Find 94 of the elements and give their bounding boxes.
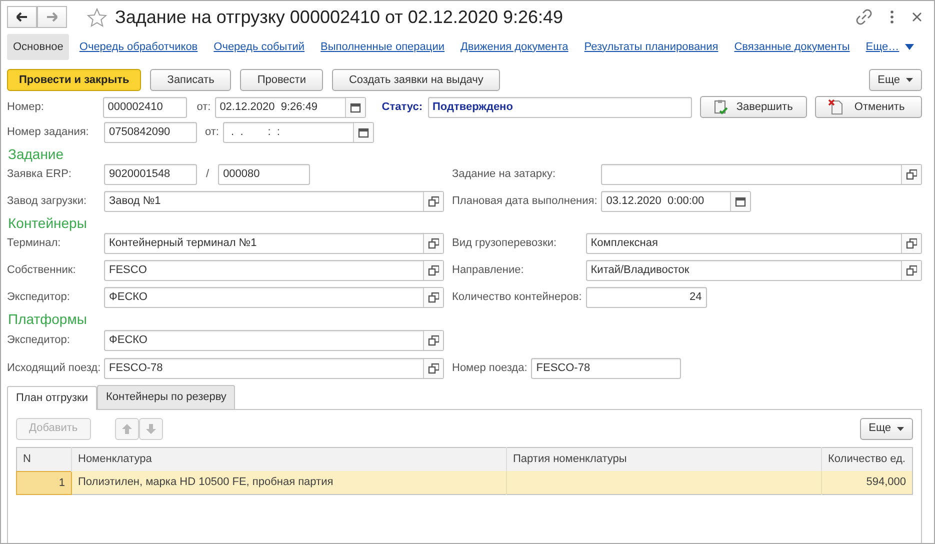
text-field[interactable]: Подтверждено bbox=[428, 96, 692, 118]
toolbar-button[interactable]: Записать bbox=[150, 69, 232, 91]
select-field[interactable]: Комплексная bbox=[586, 233, 922, 254]
select-field[interactable]: ФЕСКО bbox=[104, 287, 444, 308]
select-field[interactable]: FESCO bbox=[104, 260, 444, 281]
more-button[interactable]: Еще bbox=[860, 418, 913, 440]
open-icon[interactable] bbox=[428, 196, 439, 207]
column-header[interactable]: Партия номенклатуры bbox=[506, 447, 822, 471]
field-label: Завод загрузки: bbox=[7, 194, 88, 210]
text-field[interactable]: FESCO-78 bbox=[531, 358, 682, 379]
more-menu-icon[interactable] bbox=[890, 10, 894, 24]
select-field[interactable] bbox=[601, 164, 922, 185]
star-icon[interactable] bbox=[87, 8, 107, 26]
column-header[interactable]: Количество ед. bbox=[822, 447, 912, 471]
select-field[interactable]: Завод №1 bbox=[104, 191, 444, 212]
field-label: Экспедитор: bbox=[7, 333, 71, 348]
toolbar-button[interactable]: Провести и закрыть bbox=[7, 69, 142, 91]
table-cell: 594,000 bbox=[822, 471, 912, 494]
section-heading: Платформы bbox=[8, 311, 88, 328]
field-label: Номер задания: bbox=[7, 125, 90, 140]
link-icon[interactable] bbox=[856, 9, 872, 25]
separator-text: / bbox=[206, 167, 210, 182]
action-button[interactable]: Завершить bbox=[700, 96, 808, 118]
open-icon[interactable] bbox=[428, 238, 439, 249]
text-field[interactable]: 000002410 bbox=[102, 96, 187, 118]
arrow-down-icon bbox=[146, 424, 156, 434]
calendar-icon[interactable] bbox=[358, 127, 369, 138]
field-label: от: bbox=[205, 125, 219, 140]
field-label: Исходящий поезд: bbox=[7, 361, 102, 376]
section-tab[interactable]: Очередь событий bbox=[208, 34, 311, 60]
arrow-up-icon bbox=[122, 424, 132, 434]
section-heading: Контейнеры bbox=[8, 215, 88, 232]
table-row[interactable]: 1 Полиэтилен, марка HD 10500 FE, пробная партия 594,000 bbox=[16, 471, 912, 494]
table-cell: Полиэтилен, марка HD 10500 FE, пробная партия bbox=[72, 471, 506, 494]
field-label: Вид грузоперевозки: bbox=[452, 236, 558, 252]
field-label: Статус: bbox=[382, 100, 422, 115]
open-icon[interactable] bbox=[428, 292, 439, 303]
open-icon[interactable] bbox=[428, 335, 439, 346]
section-tab[interactable]: Очередь обработчиков bbox=[73, 34, 204, 60]
field-label: от: bbox=[196, 100, 211, 115]
field-label: Терминал: bbox=[7, 236, 62, 252]
text-field[interactable]: 0750842090 bbox=[104, 122, 197, 143]
select-field[interactable]: FESCO-78 bbox=[104, 358, 444, 379]
select-field[interactable]: Китай/Владивосток bbox=[586, 260, 922, 281]
open-icon[interactable] bbox=[428, 363, 439, 374]
field-label: Направление: bbox=[452, 263, 525, 278]
text-field[interactable]: 000080 bbox=[218, 164, 310, 185]
section-tab[interactable]: Результаты планирования bbox=[578, 34, 724, 60]
open-icon[interactable] bbox=[906, 265, 917, 276]
panel-tab[interactable]: План отгрузки bbox=[7, 386, 97, 410]
caret-icon bbox=[906, 78, 913, 82]
section-tab[interactable]: Основное bbox=[7, 34, 70, 60]
caret-icon bbox=[905, 44, 914, 50]
field-label: Номер: bbox=[7, 100, 45, 115]
section-tab[interactable]: Связанные документы bbox=[728, 34, 856, 60]
calendar-icon[interactable] bbox=[735, 196, 746, 207]
document-delete-icon bbox=[828, 99, 844, 115]
section-heading: Задание bbox=[8, 146, 65, 163]
more-button[interactable]: Еще bbox=[868, 69, 922, 91]
panel-tab[interactable]: Контейнеры по резерву bbox=[97, 385, 236, 408]
date-field[interactable]: . . : : bbox=[222, 122, 374, 143]
calendar-icon[interactable] bbox=[350, 102, 361, 112]
window-title: Задание на отгрузку 000002410 от 02.12.2020 9:26:49 bbox=[115, 6, 564, 29]
open-icon[interactable] bbox=[906, 169, 917, 180]
close-icon[interactable] bbox=[912, 12, 922, 22]
caret-icon bbox=[897, 426, 904, 430]
field-label: Количество контейнеров: bbox=[452, 290, 583, 306]
back-arrow-icon bbox=[16, 12, 28, 22]
field-label: Экспедитор: bbox=[7, 290, 71, 306]
field-label: Заявка ERP: bbox=[7, 167, 72, 182]
section-tab[interactable]: Выполненные операции bbox=[314, 34, 450, 60]
select-field[interactable]: Контейнерный терминал №1 bbox=[104, 233, 444, 254]
select-field[interactable]: ФЕСКО bbox=[104, 330, 444, 351]
table-cell: 1 bbox=[16, 471, 72, 494]
field-label: Номер поезда: bbox=[452, 361, 528, 376]
more-link[interactable]: Еще… bbox=[860, 34, 920, 60]
date-field[interactable]: 03.12.2020 0:00:00 bbox=[601, 191, 752, 212]
field-label: Плановая дата выполнения: bbox=[452, 194, 598, 210]
column-header[interactable]: N bbox=[16, 447, 72, 471]
toolbar-button[interactable]: Создать заявки на выдачу bbox=[332, 69, 500, 91]
action-button[interactable]: Отменить bbox=[815, 96, 922, 118]
date-field[interactable]: 02.12.2020 9:26:49 bbox=[214, 96, 366, 118]
back-button[interactable] bbox=[7, 6, 37, 28]
forward-arrow-icon bbox=[46, 12, 58, 22]
text-field[interactable]: 9020001548 bbox=[104, 164, 197, 185]
column-header[interactable]: Номенклатура bbox=[72, 447, 506, 471]
field-label: Задание на затарку: bbox=[452, 167, 557, 182]
open-icon[interactable] bbox=[906, 238, 917, 249]
open-icon[interactable] bbox=[428, 265, 439, 276]
number-field[interactable]: 24 bbox=[586, 287, 707, 308]
clipboard-check-icon bbox=[713, 99, 730, 115]
field-label: Собственник: bbox=[7, 263, 77, 278]
toolbar-button[interactable]: Провести bbox=[240, 69, 323, 91]
section-tab[interactable]: Движения документа bbox=[454, 34, 574, 60]
